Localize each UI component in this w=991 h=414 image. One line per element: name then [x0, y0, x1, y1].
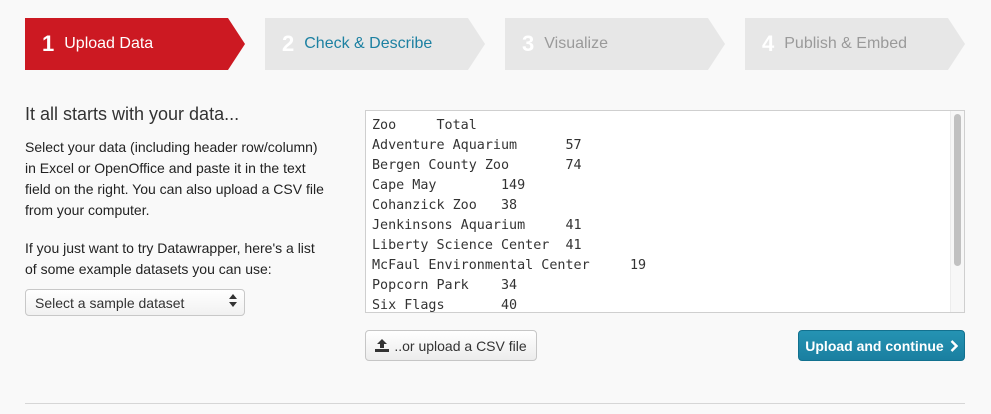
- updown-arrows-icon: [229, 294, 237, 307]
- step-check-describe[interactable]: 2 Check & Describe: [265, 18, 485, 70]
- scrollbar-thumb[interactable]: [954, 114, 961, 266]
- step-shape: [505, 18, 725, 70]
- upload-csv-button[interactable]: ..or upload a CSV file: [365, 330, 537, 361]
- step-number: 4: [762, 31, 775, 56]
- sample-dataset-select[interactable]: Select a sample dataset: [25, 289, 245, 316]
- step-publish-embed: 4 Publish & Embed: [745, 18, 965, 70]
- step-upload-data[interactable]: 1 Upload Data: [25, 18, 245, 70]
- intro-paragraph: Select your data (including header row/c…: [25, 139, 324, 218]
- step-visualize: 3 Visualize: [505, 18, 725, 70]
- upload-icon: [375, 339, 390, 352]
- chevron-right-icon: [950, 339, 958, 352]
- step-label: Check & Describe: [304, 35, 433, 52]
- step-navigation: 1 Upload Data 2 Check & Describe 3 Visua…: [25, 18, 965, 70]
- step-label: Visualize: [544, 35, 608, 52]
- data-input-textarea[interactable]: Zoo Total Adventure Aquarium 57 Bergen C…: [365, 110, 965, 313]
- upload-continue-button[interactable]: Upload and continue: [798, 330, 965, 361]
- step-number: 3: [522, 31, 535, 56]
- step-number: 2: [282, 31, 295, 56]
- page-heading: It all starts with your data...: [25, 104, 240, 124]
- step-label: Publish & Embed: [784, 35, 907, 52]
- step-number: 1: [42, 31, 55, 56]
- bottom-divider: [25, 403, 965, 404]
- upload-continue-label: Upload and continue: [805, 337, 944, 354]
- data-input-text: Zoo Total Adventure Aquarium 57 Bergen C…: [372, 118, 647, 313]
- textarea-scrollbar[interactable]: [950, 111, 964, 312]
- sample-dataset-value: Select a sample dataset: [35, 294, 185, 311]
- sample-intro-paragraph: If you just want to try Datawrapper, her…: [25, 240, 315, 277]
- upload-csv-label: ..or upload a CSV file: [394, 337, 527, 354]
- step-label: Upload Data: [64, 35, 154, 52]
